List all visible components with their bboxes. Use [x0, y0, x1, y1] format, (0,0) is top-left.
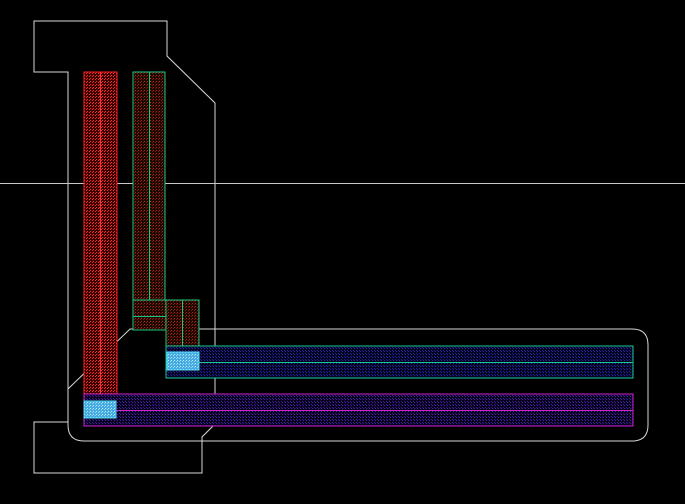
teal-metal-layer	[165, 345, 634, 379]
green-poly-layer	[132, 71, 200, 379]
red-poly-layer	[83, 71, 118, 427]
magenta-metal-layer	[83, 393, 634, 427]
layout-canvas[interactable]	[0, 0, 685, 504]
via-contact-upper[interactable]	[166, 351, 200, 371]
via-contact-lower[interactable]	[83, 400, 117, 419]
layout-view[interactable]	[0, 0, 685, 504]
